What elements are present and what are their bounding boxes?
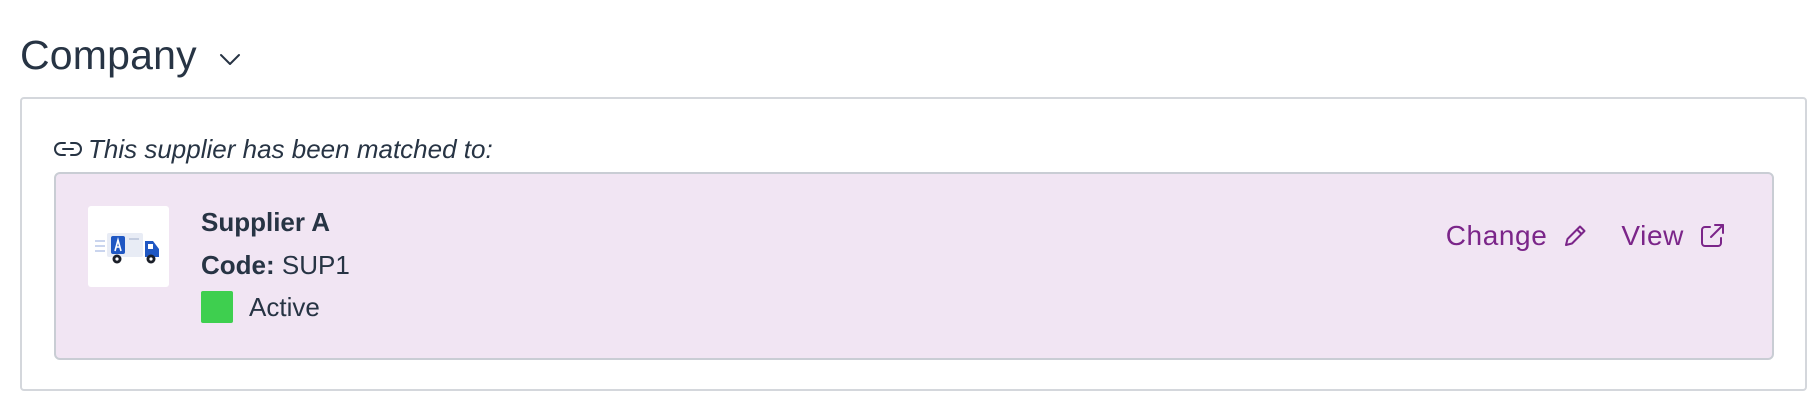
- external-link-icon: [1698, 222, 1726, 250]
- delivery-truck-icon: [94, 232, 159, 263]
- company-section-header[interactable]: Company: [20, 30, 241, 80]
- status-indicator: [201, 291, 233, 323]
- supplier-info: Supplier A Code: SUP1 Active: [201, 206, 350, 323]
- supplier-status: Active: [201, 291, 350, 323]
- match-notice: This supplier has been matched to:: [54, 133, 493, 165]
- link-icon: [54, 139, 82, 159]
- code-label: Code:: [201, 250, 275, 280]
- supplier-logo: [88, 206, 169, 287]
- supplier-name: Supplier A: [201, 207, 331, 237]
- chevron-down-icon[interactable]: [219, 53, 241, 67]
- match-text: This supplier has been matched to:: [88, 134, 493, 164]
- supplier-code: Code: SUP1: [201, 249, 350, 281]
- status-label: Active: [249, 292, 320, 322]
- card-actions: Change View: [1446, 220, 1726, 252]
- change-label: Change: [1445, 220, 1548, 251]
- view-button[interactable]: View: [1621, 220, 1726, 252]
- view-label: View: [1621, 220, 1684, 251]
- code-value: SUP1: [281, 250, 350, 280]
- pencil-icon: [1561, 222, 1589, 250]
- change-button[interactable]: Change: [1446, 220, 1590, 252]
- section-title: Company: [20, 32, 197, 78]
- company-panel: This supplier has been matched to: Suppl: [20, 97, 1807, 391]
- supplier-card: Supplier A Code: SUP1 Active Change View: [54, 172, 1774, 360]
